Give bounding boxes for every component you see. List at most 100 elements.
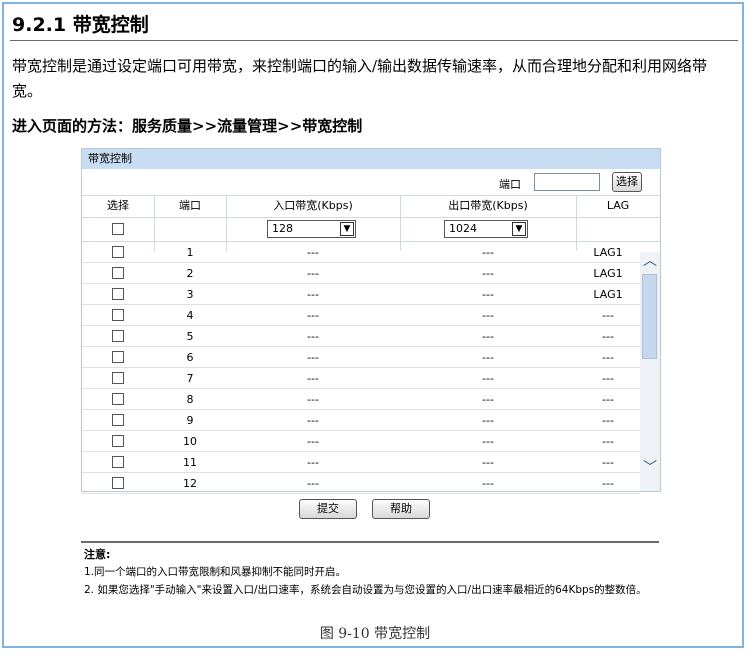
cell-port: 11: [183, 456, 197, 469]
cell-egress: ---: [482, 393, 494, 406]
row-checkbox[interactable]: [112, 393, 124, 405]
cell-egress: ---: [482, 330, 494, 343]
col-header-lag: LAG: [606, 199, 630, 212]
cell-egress: ---: [482, 414, 494, 427]
cell-lag: LAG1: [593, 267, 623, 280]
ingress-select-value: 128: [272, 222, 293, 235]
cell-port: 10: [183, 435, 197, 448]
col-header-ingress: 入口带宽(Kbps): [273, 199, 353, 212]
row-checkbox[interactable]: [112, 288, 124, 300]
table-scrollbar[interactable]: ︿ ﹀: [640, 252, 660, 491]
cell-ingress: ---: [307, 351, 319, 364]
cell-lag: ---: [602, 435, 614, 448]
notes-divider: [81, 541, 659, 543]
scroll-down-icon[interactable]: ﹀: [642, 461, 658, 477]
cell-egress: ---: [482, 267, 494, 280]
cell-egress: ---: [482, 246, 494, 259]
table-row: 8 --- --- ---: [82, 389, 640, 410]
notes-title: 注意:: [84, 548, 111, 561]
cell-port: 7: [186, 372, 194, 385]
access-path: 进入页面的方法：服务质量>>流量管理>>带宽控制: [12, 117, 363, 135]
help-button[interactable]: 帮助: [372, 499, 430, 519]
select-all-checkbox[interactable]: [112, 223, 124, 235]
note-item-1: 1.同一个端口的入口带宽限制和风暴抑制不能同时开启。: [84, 566, 347, 578]
cell-ingress: ---: [307, 267, 319, 280]
table-row: 11 --- --- ---: [82, 452, 640, 473]
egress-bandwidth-select[interactable]: 1024 ▼: [444, 220, 528, 238]
cell-ingress: ---: [307, 456, 319, 469]
cell-lag: ---: [602, 309, 614, 322]
cell-lag: ---: [602, 477, 614, 490]
table-row: 4 --- --- ---: [82, 305, 640, 326]
cell-egress: ---: [482, 372, 494, 385]
cell-egress: ---: [482, 435, 494, 448]
egress-select-value: 1024: [449, 222, 477, 235]
row-checkbox[interactable]: [112, 477, 124, 489]
cell-ingress: ---: [307, 477, 319, 490]
cell-lag: LAG1: [593, 288, 623, 301]
cell-port: 9: [186, 414, 194, 427]
table-row: 10 --- --- ---: [82, 431, 640, 452]
table-row: 9 --- --- ---: [82, 410, 640, 431]
cell-port: 12: [183, 477, 197, 490]
cell-egress: ---: [482, 351, 494, 364]
table-row: 5 --- --- ---: [82, 326, 640, 347]
ingress-bandwidth-select[interactable]: 128 ▼: [267, 220, 356, 238]
table-row: 3 --- --- LAG1: [82, 284, 640, 305]
cell-port: 8: [186, 393, 194, 406]
cell-port: 1: [186, 246, 194, 259]
col-header-select: 选择: [107, 199, 129, 212]
note-item-2: 2. 如果您选择"手动输入"来设置入口/出口速率，系统会自动设置为与您设置的入口…: [84, 584, 647, 596]
chevron-down-icon: ▼: [512, 222, 526, 236]
cell-ingress: ---: [307, 309, 319, 322]
cell-egress: ---: [482, 477, 494, 490]
cell-ingress: ---: [307, 246, 319, 259]
row-checkbox[interactable]: [112, 246, 124, 258]
cell-lag: ---: [602, 351, 614, 364]
cell-egress: ---: [482, 309, 494, 322]
select-button[interactable]: 选择: [612, 172, 642, 192]
heading-divider: [10, 40, 738, 41]
cell-lag: ---: [602, 393, 614, 406]
row-checkbox[interactable]: [112, 414, 124, 426]
cell-ingress: ---: [307, 330, 319, 343]
port-input[interactable]: [534, 173, 600, 191]
cell-port: 3: [186, 288, 194, 301]
table-row: 12 --- --- ---: [82, 473, 640, 494]
cell-port: 4: [186, 309, 194, 322]
col-header-port: 端口: [179, 199, 201, 212]
table-row: 2 --- --- LAG1: [82, 263, 640, 284]
scroll-up-icon[interactable]: ︿: [642, 254, 658, 270]
cell-ingress: ---: [307, 288, 319, 301]
row-checkbox[interactable]: [112, 309, 124, 321]
cell-egress: ---: [482, 456, 494, 469]
row-checkbox[interactable]: [112, 330, 124, 342]
cell-egress: ---: [482, 288, 494, 301]
cell-port: 5: [186, 330, 194, 343]
cell-lag: ---: [602, 372, 614, 385]
table-row: 6 --- --- ---: [82, 347, 640, 368]
cell-ingress: ---: [307, 435, 319, 448]
table-row: 1 --- --- LAG1: [82, 242, 640, 263]
col-header-egress: 出口带宽(Kbps): [448, 199, 528, 212]
row-checkbox[interactable]: [112, 351, 124, 363]
cell-port: 2: [186, 267, 194, 280]
submit-button[interactable]: 提交: [299, 499, 357, 519]
cell-ingress: ---: [307, 372, 319, 385]
row-checkbox[interactable]: [112, 435, 124, 447]
row-checkbox[interactable]: [112, 372, 124, 384]
row-checkbox[interactable]: [112, 267, 124, 279]
section-heading: 9.2.1 带宽控制: [12, 14, 149, 36]
row-checkbox[interactable]: [112, 456, 124, 468]
panel-title: 带宽控制: [82, 149, 660, 169]
intro-paragraph: 带宽控制是通过设定端口可用带宽，来控制端口的输入/输出数据传输速率，从而合理地分…: [12, 57, 708, 100]
cell-lag: ---: [602, 330, 614, 343]
cell-lag: ---: [602, 456, 614, 469]
bandwidth-control-panel: 带宽控制 端口 选择 选择 端口 入口带宽(Kbps) 出口带宽(Kbps) L…: [81, 148, 661, 494]
cell-lag: LAG1: [593, 246, 623, 259]
cell-port: 6: [186, 351, 194, 364]
port-label: 端口: [499, 178, 521, 191]
cell-ingress: ---: [307, 414, 319, 427]
scrollbar-thumb[interactable]: [642, 274, 657, 359]
table-row: 7 --- --- ---: [82, 368, 640, 389]
